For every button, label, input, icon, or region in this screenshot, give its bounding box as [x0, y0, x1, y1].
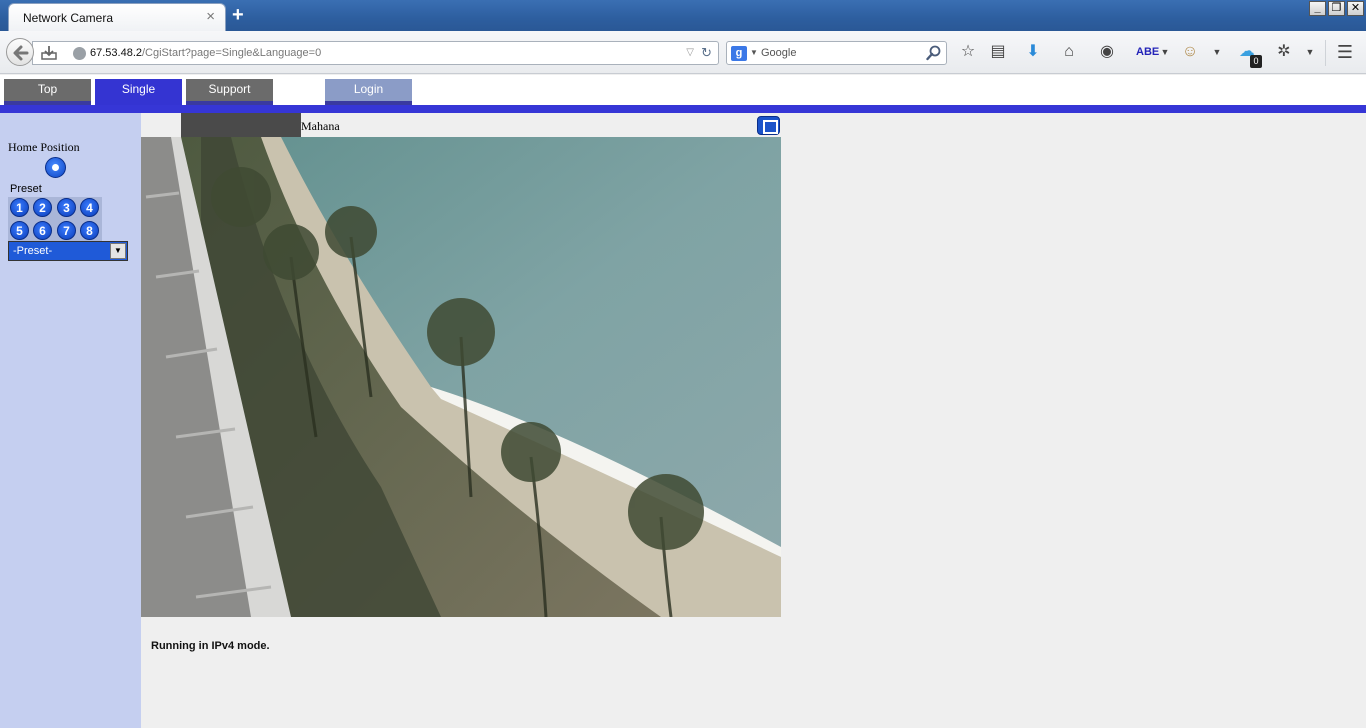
preset-button-7[interactable]: 7 [57, 221, 76, 240]
minimize-button[interactable]: _ [1309, 1, 1326, 16]
chevron-down-icon[interactable]: ▼ [750, 48, 758, 57]
camera-live-image[interactable] [141, 137, 781, 617]
nav-stripe [0, 105, 1366, 113]
tab-title: Network Camera [23, 11, 114, 25]
chevron-down-icon[interactable]: ▼ [1154, 41, 1176, 63]
tab-single[interactable]: Single [95, 79, 182, 105]
chevron-down-icon[interactable]: ▼ [1206, 41, 1228, 63]
tab-support[interactable]: Support [186, 79, 273, 105]
preset-select[interactable]: -Preset- ▼ [8, 241, 128, 261]
url-host: 67.53.48.2 [90, 47, 142, 59]
search-bar[interactable]: g ▼ Google [726, 41, 947, 65]
tab-top[interactable]: Top [4, 79, 91, 105]
downloads-icon[interactable]: ⬇ [1022, 41, 1044, 63]
fullscreen-button[interactable] [757, 116, 780, 135]
status-message: Running in IPv4 mode. [151, 640, 270, 652]
preset-button-2[interactable]: 2 [33, 198, 52, 217]
reading-list-icon[interactable]: ▤ [987, 41, 1009, 63]
greasemonkey-icon[interactable]: ☺ [1179, 41, 1201, 63]
url-path: /CgiStart?page=Single&Language=0 [142, 47, 322, 59]
reload-icon[interactable]: ↻ [701, 45, 712, 61]
chevron-down-icon[interactable]: ▼ [110, 243, 126, 259]
home-position-button[interactable] [45, 157, 66, 178]
pocket-icon[interactable]: ◉ [1096, 41, 1118, 63]
preset-button-4[interactable]: 4 [80, 198, 99, 217]
search-icon[interactable] [926, 45, 942, 61]
new-tab-button[interactable]: + [232, 4, 244, 26]
menu-icon[interactable]: ☰ [1334, 41, 1356, 63]
preset-button-1[interactable]: 1 [10, 198, 29, 217]
chevron-down-icon[interactable]: ▼ [1299, 41, 1321, 63]
camera-title-block [181, 113, 301, 137]
preset-select-value: -Preset- [13, 245, 53, 257]
window-controls: _ ❐ ✕ [1309, 1, 1364, 16]
preset-label: Preset [10, 183, 42, 195]
preset-button-5[interactable]: 5 [10, 221, 29, 240]
browser-tab[interactable]: Network Camera × [8, 3, 226, 31]
extension-icon[interactable]: ✲ [1273, 41, 1295, 63]
title-bar: Network Camera × + _ ❐ ✕ [0, 0, 1366, 31]
globe-icon [73, 47, 86, 60]
restore-button[interactable]: ❐ [1328, 1, 1345, 16]
camera-page: Top Single Support Login Home Position P… [0, 75, 1366, 728]
preset-grid: 1 2 3 4 5 6 7 8 [8, 197, 102, 243]
url-dropdown-icon[interactable]: ▽ [686, 47, 694, 58]
url-bar[interactable]: 67.53.48.2/CgiStart?page=Single&Language… [32, 41, 719, 65]
home-position-label: Home Position [8, 140, 80, 154]
control-sidebar: Home Position Preset 1 2 3 4 5 6 7 8 -Pr… [0, 113, 141, 728]
search-input[interactable]: Google [761, 47, 796, 59]
close-window-button[interactable]: ✕ [1347, 1, 1364, 16]
toolbar-divider [1325, 40, 1326, 66]
back-button[interactable] [6, 38, 34, 66]
tab-login[interactable]: Login [325, 79, 412, 105]
home-icon[interactable]: ⌂ [1058, 41, 1080, 63]
preset-button-6[interactable]: 6 [33, 221, 52, 240]
close-icon[interactable]: × [206, 9, 215, 24]
url-text[interactable]: 67.53.48.2/CgiStart?page=Single&Language… [90, 47, 321, 59]
camera-name: Mahana [301, 119, 340, 133]
back-arrow-icon [13, 45, 29, 61]
download-page-icon[interactable] [41, 46, 57, 60]
notification-badge: 0 [1250, 55, 1262, 68]
google-icon[interactable]: g [731, 46, 747, 61]
bookmark-star-icon[interactable]: ☆ [957, 41, 979, 63]
preset-button-8[interactable]: 8 [80, 221, 99, 240]
preset-button-3[interactable]: 3 [57, 198, 76, 217]
